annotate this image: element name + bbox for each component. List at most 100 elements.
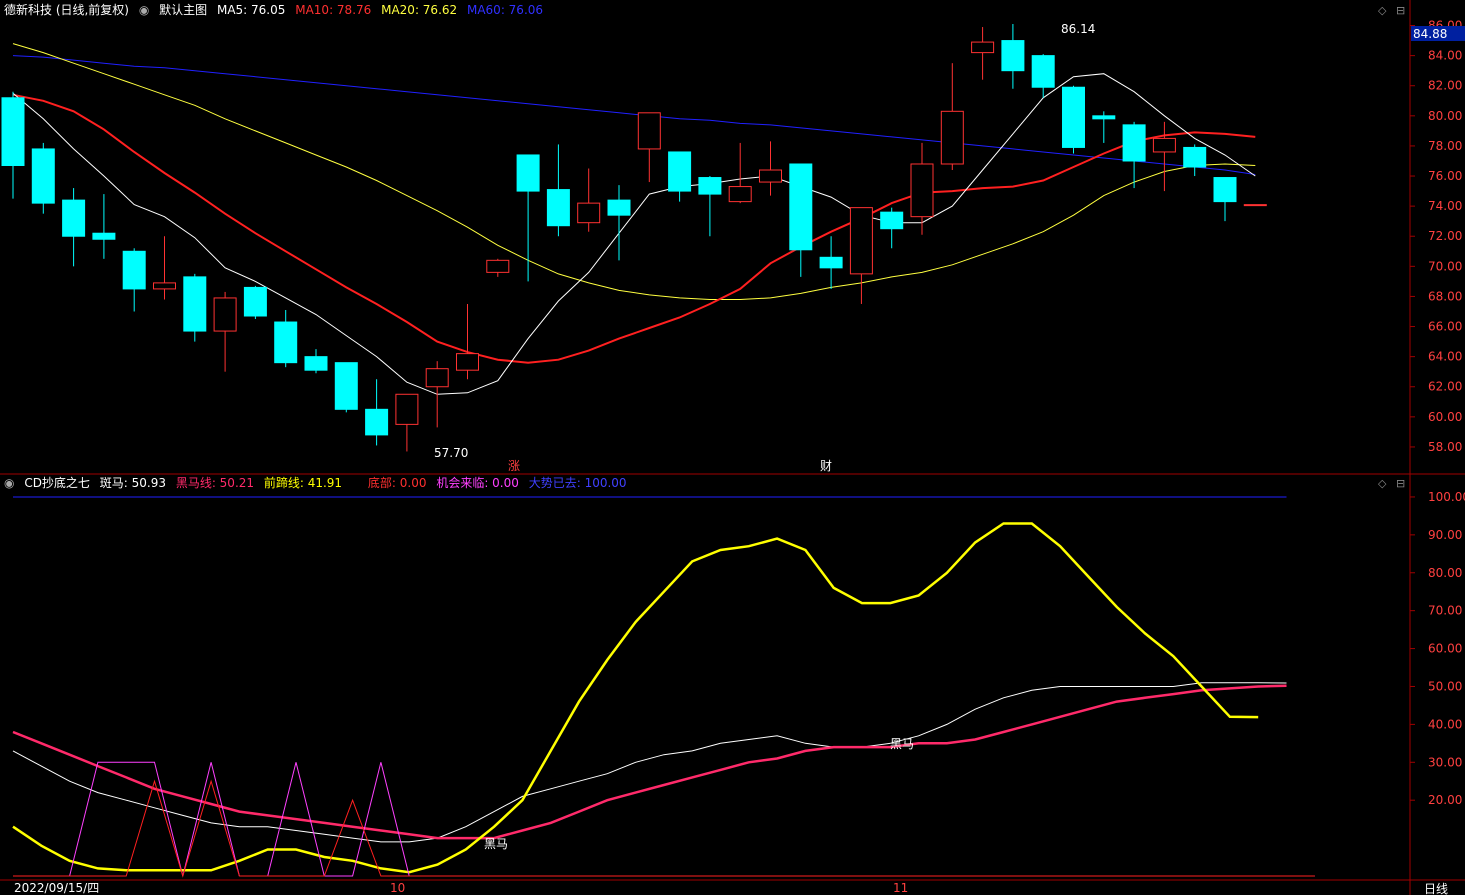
candle-body (122, 250, 146, 290)
price-tick-label: 76.00 (1428, 169, 1462, 183)
low-price-label: 57.70 (434, 446, 468, 460)
chevron-down-icon[interactable]: ◉ (139, 3, 149, 17)
stock-title[interactable]: 德新科技 (日线,前复权) (4, 3, 129, 17)
stock-chart[interactable]: 58.00 60.00 62.00 64.00 66.00 68.00 70.00 72.00… (0, 0, 1465, 895)
indicator-tick-label: 80.00 (1428, 566, 1462, 580)
candle-body (516, 154, 540, 192)
indicator-tick-label: 20.00 (1428, 793, 1462, 807)
date-label: 2022/09/15/四 (14, 881, 99, 895)
month-nov-label: 11 (893, 881, 908, 895)
dibu-value: 底部: 0.00 (367, 476, 427, 490)
indicator-tick-label: 100.00 (1428, 490, 1465, 504)
candle-body (698, 177, 722, 195)
indicator-tick-label: 40.00 (1428, 717, 1462, 731)
candle-body (880, 211, 904, 230)
chart-frame (0, 0, 1465, 895)
candle-body (1031, 55, 1055, 88)
indicator-tick-label: 50.00 (1428, 679, 1462, 693)
month-oct-label: 10 (390, 881, 405, 895)
price-tick-label: 64.00 (1428, 350, 1462, 364)
heima-marker-1: 黑马 (484, 837, 508, 851)
heima-value: 黑马线: 50.21 (175, 476, 255, 490)
candle-body (183, 276, 207, 332)
indicator-tick-label: 30.00 (1428, 755, 1462, 769)
dibu-line (13, 779, 1315, 878)
candle-body (728, 186, 752, 203)
price-tick-label: 58.00 (1428, 440, 1462, 454)
ma20-line (12, 43, 1256, 300)
price-axis: 58.00 60.00 62.00 64.00 66.00 68.00 70.00 72.00… (1410, 19, 1465, 454)
diamond-icon[interactable]: ◇ (1378, 4, 1386, 17)
candle-body (849, 207, 873, 275)
price-tick-label: 74.00 (1428, 199, 1462, 213)
candle-body (759, 169, 782, 183)
indicator-tick-label: 90.00 (1428, 528, 1462, 542)
indicator-tick-label: 70.00 (1428, 604, 1462, 618)
candle-body (1092, 115, 1116, 120)
indicator-name[interactable]: CD抄底之七 (24, 476, 90, 490)
candle-body (243, 286, 267, 317)
candle-body (1122, 124, 1146, 162)
heima-line (12, 684, 1287, 840)
dapan-value: 大势已去: 100.00 (528, 476, 627, 490)
candle-body (395, 393, 419, 425)
high-price-label: 86.14 (1061, 22, 1095, 36)
candle-body (1213, 177, 1237, 203)
ma5-value: MA5: 76.05 (216, 3, 286, 17)
price-tick-label: 66.00 (1428, 320, 1462, 334)
price-tick-label: 80.00 (1428, 109, 1462, 123)
price-tick-label: 84.00 (1428, 49, 1462, 63)
price-tick-label: 60.00 (1428, 410, 1462, 424)
candle-body (789, 163, 813, 251)
indicator-expand-icon[interactable]: ⊟ (1396, 477, 1405, 490)
candle-body (456, 353, 479, 371)
indicator-lines (12, 496, 1315, 878)
indicator-tick-label: 60.00 (1428, 642, 1462, 656)
candle-body (577, 202, 601, 224)
candlesticks[interactable] (1, 24, 1267, 452)
current-price-label: 84.88 (1413, 27, 1447, 41)
ma60-value: MA60: 76.06 (466, 3, 544, 17)
candle-body (62, 199, 86, 237)
candle-body (365, 408, 389, 436)
candle-body (425, 368, 449, 388)
candle-body (607, 199, 631, 216)
price-tick-label: 78.00 (1428, 139, 1462, 153)
main-chart-header: 德新科技 (日线,前复权) ◉ 默认主图 MA5: 76.05 MA10: 78… (4, 3, 549, 17)
candle-body (486, 259, 510, 273)
mark-zhang: 涨 (508, 458, 520, 473)
candle-body (819, 256, 843, 269)
candle-body (31, 148, 55, 204)
candle-body (334, 362, 358, 410)
qianti-value: 前蹄线: 41.91 (263, 476, 343, 490)
price-tick-label: 82.00 (1428, 79, 1462, 93)
price-tick-label: 62.00 (1428, 380, 1462, 394)
price-tick-label: 72.00 (1428, 229, 1462, 243)
chart-annotations: 86.14 57.70 涨 财 黑马 黑马 2022/09/15/四 10 11… (14, 22, 1448, 895)
ma10-value: MA10: 78.76 (295, 3, 372, 17)
indicator-dropdown-icon[interactable]: ◉ (4, 476, 14, 490)
jihui-value: 机会来临: 0.00 (436, 476, 519, 490)
banma-value: 斑马: 50.93 (99, 476, 166, 490)
main-chart-selector[interactable]: 默认主图 (159, 3, 207, 17)
candle-body (940, 110, 964, 165)
candle-body (1062, 86, 1085, 148)
candle-body (1152, 137, 1176, 153)
period-label[interactable]: 日线 (1424, 882, 1448, 895)
indicator-diamond-icon[interactable]: ◇ (1378, 477, 1386, 490)
candle-body (304, 356, 328, 371)
candle-body (274, 321, 298, 364)
candle-body (668, 151, 692, 192)
indicator-axis: 20.00 30.00 40.00 50.00 60.00 70.00 80.00 90.00… (1410, 490, 1465, 807)
price-tick-label: 68.00 (1428, 289, 1462, 303)
candle-body (213, 297, 237, 332)
price-tick-label: 70.00 (1428, 259, 1462, 273)
candle-body (637, 112, 661, 150)
candle-body (1001, 40, 1025, 72)
candle-body (1183, 146, 1207, 168)
expand-icon[interactable]: ⊟ (1396, 4, 1405, 17)
candle-body (153, 282, 176, 290)
indicator-header: ◉ CD抄底之七 斑马: 50.93 黑马线: 50.21 前蹄线: 41.91… (4, 476, 633, 490)
candle-body (546, 189, 570, 227)
candle-body (92, 232, 116, 240)
